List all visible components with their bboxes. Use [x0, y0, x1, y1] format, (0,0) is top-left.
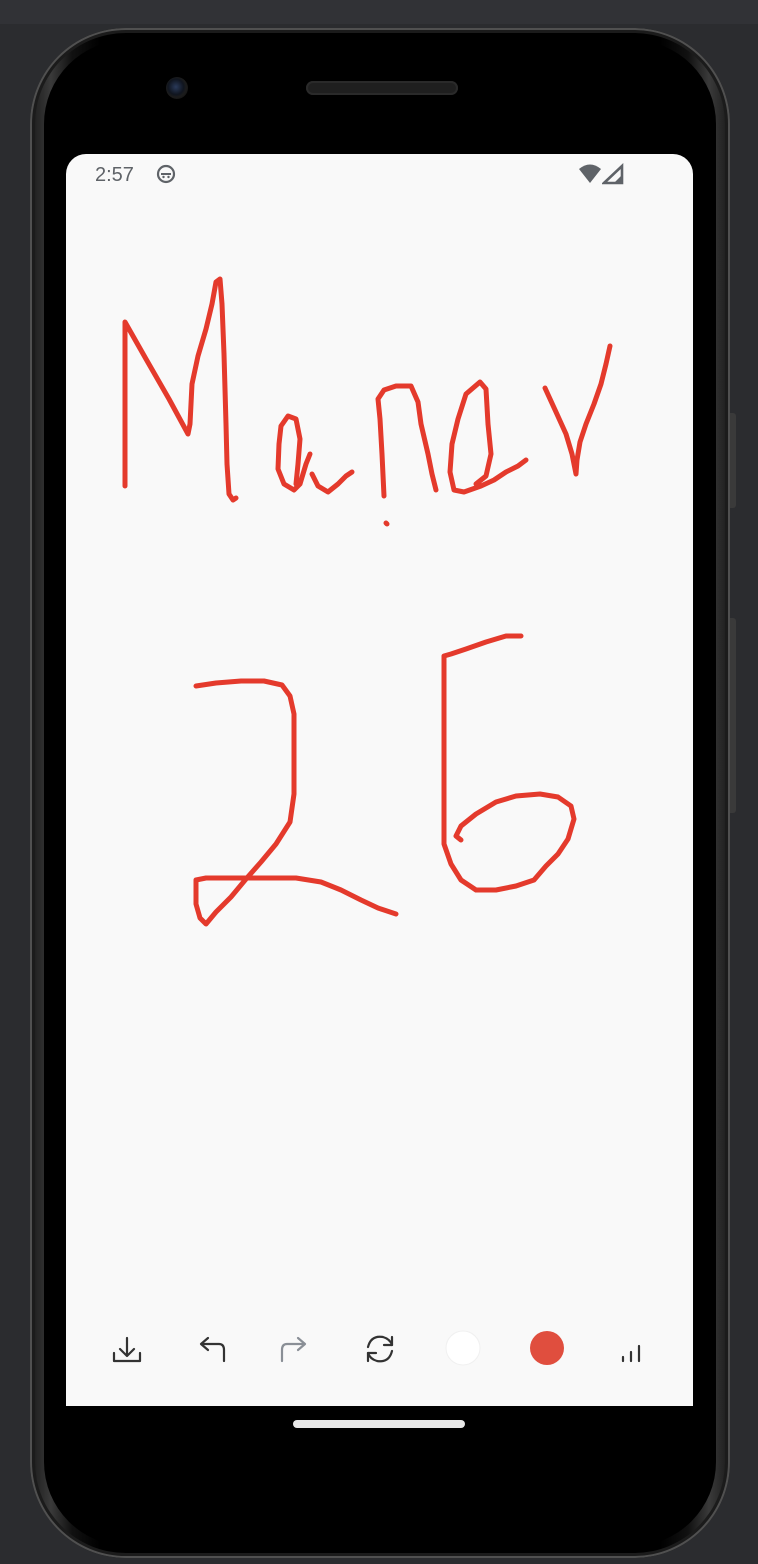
face-icon — [156, 164, 176, 184]
red-color-swatch[interactable] — [527, 1328, 567, 1368]
cellular-signal-icon — [602, 163, 624, 185]
stroke-width-icon — [621, 1344, 641, 1363]
home-gesture-bar[interactable] — [293, 1420, 465, 1428]
drawing-canvas[interactable] — [66, 154, 693, 1304]
redo-button[interactable] — [275, 1328, 315, 1368]
drawing-strokes — [122, 276, 613, 927]
wifi-icon — [579, 164, 601, 183]
download-icon — [112, 1336, 142, 1363]
stroke-letter-a2 — [447, 379, 529, 495]
stroke-digit-2 — [193, 678, 399, 927]
white-color-swatch[interactable] — [443, 1328, 483, 1368]
reset-button[interactable] — [359, 1328, 399, 1368]
power-button[interactable] — [730, 413, 736, 508]
stroke-letter-n — [375, 383, 439, 499]
stroke-dot — [383, 520, 390, 527]
white-swatch-circle — [445, 1330, 481, 1366]
app-screen: 2:57 — [66, 154, 693, 1406]
stroke-letter-M — [122, 276, 239, 503]
front-camera — [166, 77, 188, 99]
stroke-letter-v — [542, 343, 613, 477]
download-button[interactable] — [107, 1328, 147, 1368]
volume-button[interactable] — [730, 618, 736, 813]
stroke-width-button[interactable] — [611, 1328, 651, 1368]
undo-icon — [199, 1336, 226, 1363]
emulator-top-bar — [0, 0, 758, 24]
redo-icon — [280, 1336, 307, 1363]
reset-icon — [366, 1335, 394, 1363]
red-swatch-circle — [530, 1331, 564, 1365]
earpiece-speaker — [306, 81, 458, 95]
stroke-digit-6 — [441, 633, 577, 893]
undo-button[interactable] — [191, 1328, 231, 1368]
stroke-letter-a1 — [275, 413, 355, 495]
status-time: 2:57 — [95, 164, 134, 186]
drawing-toolbar — [66, 1314, 693, 1384]
status-bar: 2:57 — [66, 154, 693, 194]
